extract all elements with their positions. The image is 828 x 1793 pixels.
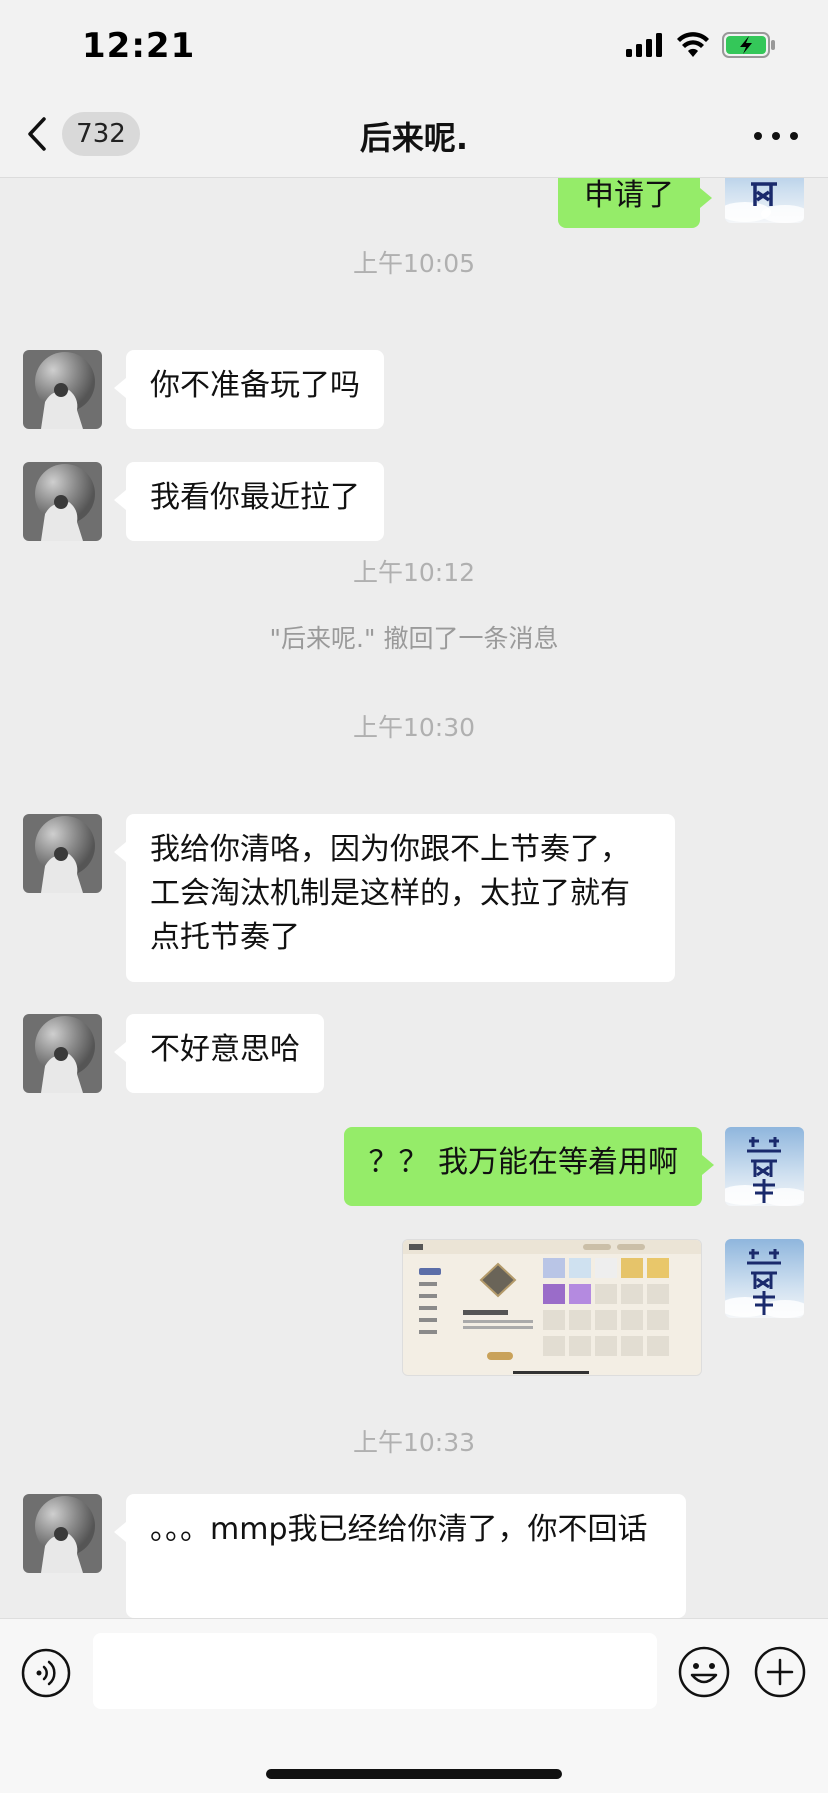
more-options-button[interactable] (754, 123, 798, 149)
more-functions-button[interactable] (753, 1645, 807, 1699)
dot-icon (772, 132, 780, 140)
calligraphy-avatar-icon (725, 1127, 804, 1206)
home-indicator[interactable] (266, 1769, 562, 1779)
contact-avatar[interactable] (23, 350, 102, 429)
moon-portrait-avatar-icon (23, 462, 102, 541)
dot-icon (790, 132, 798, 140)
plus-circle-icon (754, 1646, 806, 1698)
moon-portrait-avatar-icon (23, 1014, 102, 1093)
timestamp: 上午10:12 (352, 558, 476, 587)
message-input-bar (0, 1618, 828, 1793)
contact-avatar[interactable] (23, 1494, 102, 1573)
voice-input-button[interactable] (20, 1647, 72, 1699)
message-bubble-incoming[interactable]: 不好意思哈 (114, 1014, 324, 1093)
chat-message-list[interactable]: 申请了 上午10:05 你不准备玩了吗 我看你最近拉了 上午10:12 "后来呢… (0, 178, 828, 1618)
my-avatar[interactable] (725, 178, 804, 223)
battery-charging-icon (722, 32, 775, 58)
voice-icon (21, 1648, 71, 1698)
dot-icon (754, 132, 762, 140)
moon-portrait-avatar-icon (23, 1494, 102, 1573)
status-time: 12:21 (82, 26, 196, 66)
my-avatar[interactable] (725, 1127, 804, 1206)
message-bubble-incoming[interactable]: 我看你最近拉了 (114, 462, 384, 541)
message-bubble-outgoing[interactable]: 申请了 (558, 178, 712, 228)
chat-header: 732 后来呢. (0, 95, 828, 178)
moon-portrait-avatar-icon (23, 814, 102, 893)
message-bubble-incoming[interactable]: 我给你清咯，因为你跟不上节奏了，工会淘汰机制是这样的，太拉了就有点托节奏了 (114, 814, 675, 982)
recall-notice: "后来呢." 撤回了一条消息 (269, 624, 559, 653)
message-bubble-incoming[interactable]: 。。。mmp我已经给你清了，你不回话 (114, 1494, 686, 1618)
message-bubble-outgoing[interactable]: ？？ 我万能在等着用啊 (344, 1127, 714, 1206)
my-avatar[interactable] (725, 1239, 804, 1318)
image-message-game-inventory[interactable] (402, 1239, 702, 1376)
message-bubble-incoming[interactable]: 你不准备玩了吗 (114, 350, 384, 429)
wifi-icon (677, 32, 709, 57)
smiley-icon (678, 1646, 730, 1698)
calligraphy-avatar-icon (725, 178, 804, 223)
calligraphy-avatar-icon (725, 1239, 804, 1318)
contact-avatar[interactable] (23, 1014, 102, 1093)
emoji-button[interactable] (677, 1645, 731, 1699)
contact-avatar[interactable] (23, 814, 102, 893)
chat-title: 后来呢. (359, 119, 469, 157)
game-inventory-screenshot-icon (403, 1240, 701, 1375)
timestamp: 上午10:05 (352, 249, 476, 278)
timestamp: 上午10:30 (352, 713, 476, 742)
message-text-input[interactable] (93, 1633, 657, 1709)
cellular-signal-icon (626, 33, 662, 57)
contact-avatar[interactable] (23, 462, 102, 541)
moon-portrait-avatar-icon (23, 350, 102, 429)
status-bar: 12:21 (0, 0, 828, 95)
status-icons (626, 32, 776, 58)
timestamp: 上午10:33 (352, 1428, 476, 1457)
